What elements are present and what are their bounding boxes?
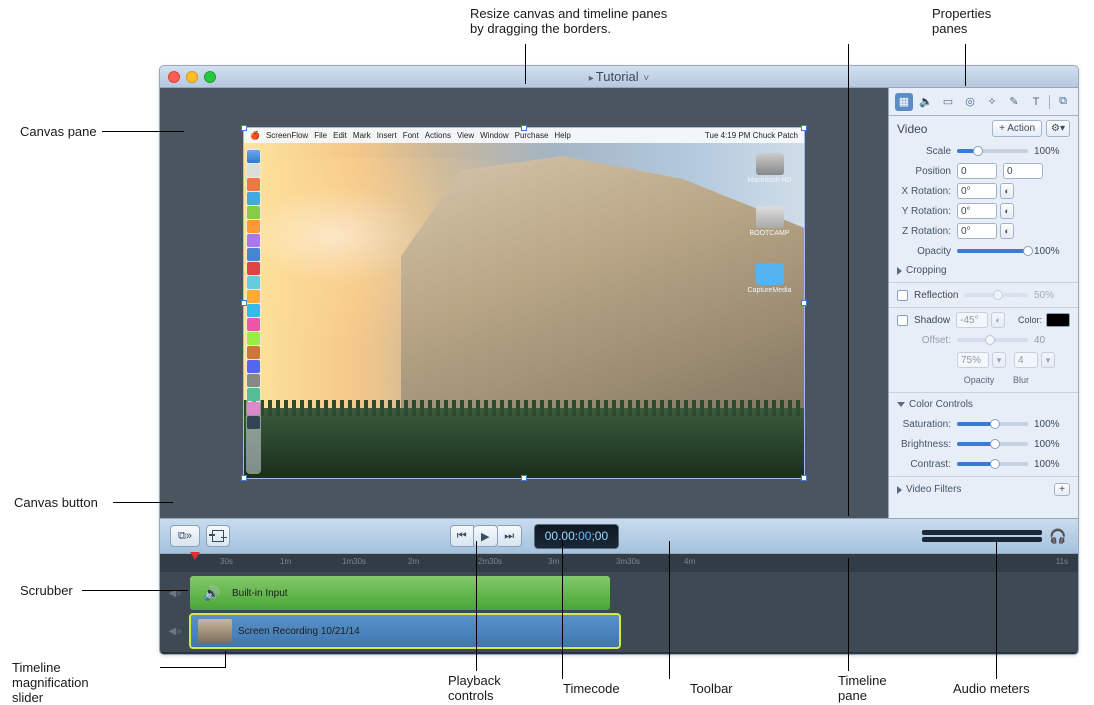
tab-text[interactable]: T xyxy=(1027,93,1045,111)
tab-audio[interactable]: 🔈 xyxy=(917,93,935,111)
track-row: ◀» Screen Recording 10/21/14 xyxy=(160,612,1078,650)
close-window-button[interactable] xyxy=(168,71,180,83)
tab-video[interactable]: ▦ xyxy=(895,93,913,111)
annotation-scrubber: Scrubber xyxy=(20,583,73,598)
annotation-timeline-pane: Timeline pane xyxy=(838,673,887,703)
clip-thumbnail xyxy=(198,619,232,643)
resize-handle[interactable] xyxy=(521,125,527,131)
resize-handle[interactable] xyxy=(521,475,527,481)
rewind-button[interactable]: ⏮ xyxy=(450,525,474,547)
tab-touch[interactable]: ✧ xyxy=(983,93,1001,111)
apple-icon: 🍎 xyxy=(250,131,260,140)
scale-slider[interactable] xyxy=(957,149,1028,153)
canvas-pane[interactable]: 🍎 ScreenFlow File Edit Mark Insert Font … xyxy=(160,88,888,518)
desktop-icon: Macintosh HD xyxy=(747,153,792,184)
speaker-icon: 🔊 xyxy=(198,579,226,607)
tab-screen[interactable]: ▭ xyxy=(939,93,957,111)
shadow-color-swatch[interactable] xyxy=(1046,313,1070,327)
track-row: ◀» 🔊 Built-in Input xyxy=(160,574,1078,612)
timeline-pane[interactable]: 30s 1m 1m30s 2m 2m30s 3m 3m30s 4m 11s ◀»… xyxy=(160,554,1078,655)
annotation-playback: Playback controls xyxy=(448,673,501,703)
yrot-input[interactable]: 0° xyxy=(957,203,997,219)
scrubber-playhead[interactable] xyxy=(190,552,200,560)
title-chevron-icon: ˅ xyxy=(641,73,650,84)
audio-meters xyxy=(922,526,1042,546)
gear-menu-button[interactable]: ⚙︎▾ xyxy=(1046,120,1070,137)
annotation-toolbar: Toolbar xyxy=(690,681,733,696)
audio-clip[interactable]: 🔊 Built-in Input xyxy=(190,576,610,610)
resize-handle[interactable] xyxy=(241,475,247,481)
annotation-timecode: Timecode xyxy=(563,681,620,696)
annotation-resize: Resize canvas and timeline panes by drag… xyxy=(470,6,667,36)
crop-icon xyxy=(212,530,224,542)
annotation-audio-meters: Audio meters xyxy=(953,681,1030,696)
annotation-canvas-pane: Canvas pane xyxy=(20,124,97,139)
canvas-clip[interactable]: 🍎 ScreenFlow File Edit Mark Insert Font … xyxy=(244,128,804,478)
yrot-dial[interactable]: ◐ xyxy=(1000,203,1014,219)
reflection-checkbox[interactable] xyxy=(897,290,908,301)
zoom-window-button[interactable] xyxy=(204,71,216,83)
tab-annotations[interactable]: ✎ xyxy=(1005,93,1023,111)
document-title[interactable]: ▸Tutorial ˅ xyxy=(587,69,652,84)
tab-media[interactable]: ⧉ xyxy=(1054,93,1072,111)
xrot-input[interactable]: 0° xyxy=(957,183,997,199)
cropping-section[interactable]: Cropping xyxy=(889,261,1078,280)
timeline-ruler[interactable]: 30s 1m 1m30s 2m 2m30s 3m 3m30s 4m 11s xyxy=(160,554,1078,572)
desktop-icon: CaptureMedia xyxy=(747,263,792,294)
resize-handle[interactable] xyxy=(801,125,807,131)
minimize-window-button[interactable] xyxy=(186,71,198,83)
desktop-icon: BOOTCAMP xyxy=(747,206,792,237)
resize-handle[interactable] xyxy=(241,125,247,131)
zrot-dial[interactable]: ◐ xyxy=(1000,223,1014,239)
contrast-slider[interactable] xyxy=(957,462,1028,466)
resize-handle[interactable] xyxy=(241,300,247,306)
titlebar[interactable]: ▸Tutorial ˅ xyxy=(160,66,1078,88)
title-doc-icon: ▸ xyxy=(589,73,594,84)
canvas-layout-button[interactable]: ⧉» xyxy=(170,525,200,547)
canvas-crop-button[interactable] xyxy=(206,525,230,547)
timecode-display[interactable]: 00.00:00;00 xyxy=(534,524,619,549)
app-window: ▸Tutorial ˅ 🍎 ScreenFlow File Edit Mark … xyxy=(159,65,1079,655)
annotation-canvas-button: Canvas button xyxy=(14,495,98,510)
position-x-input[interactable]: 0 xyxy=(957,163,997,179)
panel-title: Video xyxy=(897,122,992,136)
headphones-icon[interactable]: 🎧 xyxy=(1048,528,1068,545)
xrot-dial[interactable]: ◐ xyxy=(1000,183,1014,199)
brightness-slider[interactable] xyxy=(957,442,1028,446)
toolbar: ⧉» ⏮ ▶ ⏭ 00.00:00;00 🎧 xyxy=(160,518,1078,554)
play-button[interactable]: ▶ xyxy=(474,525,498,547)
resize-handle[interactable] xyxy=(801,300,807,306)
add-action-button[interactable]: + Action xyxy=(992,120,1042,137)
recorded-dock xyxy=(246,148,261,474)
reflection-slider xyxy=(964,293,1028,297)
video-filters-section[interactable]: Video Filters+ xyxy=(889,479,1078,500)
resize-handle[interactable] xyxy=(801,475,807,481)
canvas-trees xyxy=(244,408,804,478)
annotation-zoom: Timeline magnification slider xyxy=(12,660,89,705)
shadow-checkbox[interactable] xyxy=(897,315,908,326)
zrot-input[interactable]: 0° xyxy=(957,223,997,239)
opacity-slider[interactable] xyxy=(957,249,1028,253)
properties-pane: ▦ 🔈 ▭ ◎ ✧ ✎ T ⧉ Video + Action ⚙︎▾ Scale… xyxy=(888,88,1078,518)
properties-tabs: ▦ 🔈 ▭ ◎ ✧ ✎ T ⧉ xyxy=(889,88,1078,116)
position-y-input[interactable]: 0 xyxy=(1003,163,1043,179)
playback-controls: ⏮ ▶ ⏭ xyxy=(450,525,522,547)
layout-icon: ⧉» xyxy=(178,530,192,543)
annotation-properties: Properties panes xyxy=(932,6,991,36)
timeline-footer: + 🔍 🔍 Duration: 0 secs ⊏ ⧉ ⁞⁞ 30 xyxy=(160,652,1078,655)
saturation-slider[interactable] xyxy=(957,422,1028,426)
video-clip[interactable]: Screen Recording 10/21/14 xyxy=(190,614,620,648)
add-filter-button[interactable]: + xyxy=(1054,483,1070,496)
tab-callout[interactable]: ◎ xyxy=(961,93,979,111)
forward-button[interactable]: ⏭ xyxy=(498,525,522,547)
track-mute-button[interactable]: ◀» xyxy=(160,626,190,637)
color-controls-section[interactable]: Color Controls xyxy=(889,395,1078,414)
